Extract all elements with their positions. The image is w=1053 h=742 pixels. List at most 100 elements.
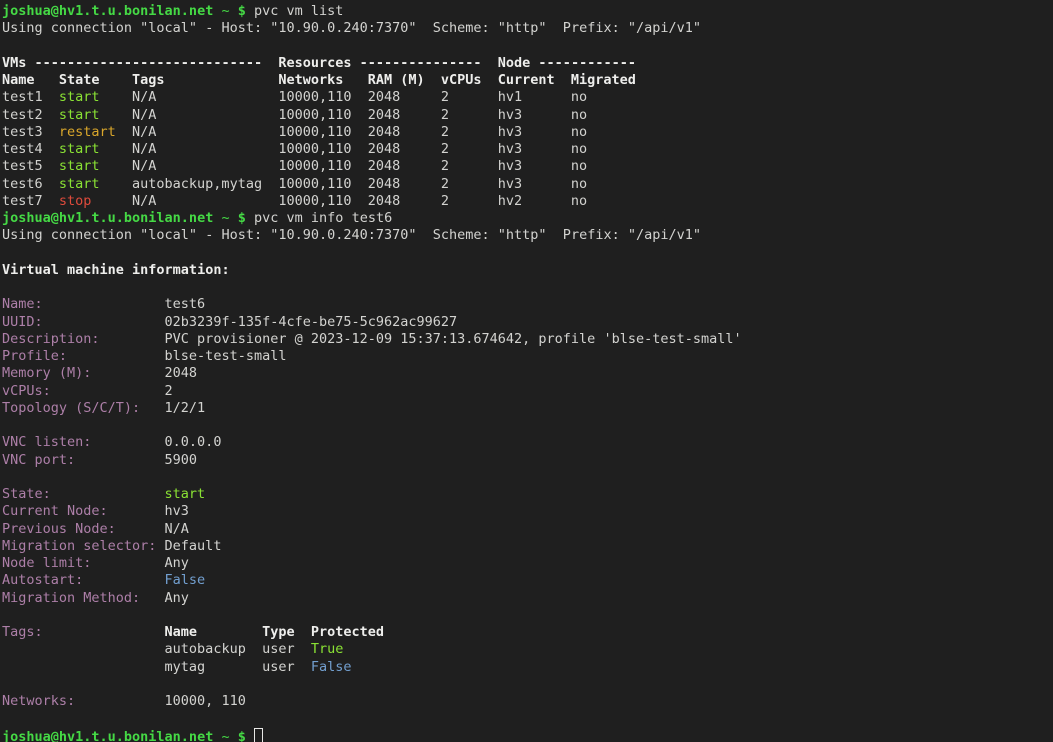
info-row-current-node: Current Node:hv3 [2, 503, 1053, 520]
col-header-networks: Networks [278, 72, 367, 89]
vm-name: test5 [2, 158, 59, 175]
info-value: N/A [165, 521, 189, 537]
prompt-cwd: ~ [221, 3, 229, 19]
prompt-line-info: joshua@hv1.t.u.bonilan.net ~ $ pvc vm in… [2, 210, 1053, 227]
vm-state: start [59, 107, 132, 124]
prompt-user-host: joshua@hv1.t.u.bonilan.net [2, 210, 213, 226]
connection-info-line: Using connection "local" - Host: "10.90.… [2, 227, 1053, 244]
vm-tags: N/A [132, 141, 278, 158]
vm-migrated: no [571, 193, 636, 210]
info-value-autostart: False [165, 572, 206, 588]
tags-row: autobackupuserTrue [2, 641, 1053, 658]
vm-table-group-header-text: VMs ---------------------------- Resourc… [2, 55, 636, 71]
command-vm-info: pvc vm info test6 [254, 210, 392, 226]
vm-vcpus: 2 [441, 158, 498, 175]
vm-table-row: test6startautobackup,mytag10000,11020482… [2, 176, 1053, 193]
col-header-current: Current [498, 72, 571, 89]
info-value: 5900 [165, 452, 198, 468]
vm-state: start [59, 89, 132, 106]
vm-current-node: hv3 [498, 141, 571, 158]
vm-migrated: no [571, 158, 636, 175]
blank-line [2, 469, 1053, 486]
info-row-name: Name:test6 [2, 296, 1053, 313]
vm-table-row: test5startN/A10000,11020482hv3no [2, 158, 1053, 175]
info-row-topology: Topology (S/C/T):1/2/1 [2, 400, 1053, 417]
info-label: Topology (S/C/T): [2, 400, 165, 417]
tags-col-protected: Protected [311, 624, 384, 640]
blank-line [2, 38, 1053, 55]
col-header-migrated: Migrated [571, 72, 636, 89]
info-value: hv3 [165, 503, 189, 519]
vm-vcpus: 2 [441, 193, 498, 210]
info-label: Tags: [2, 624, 165, 641]
info-row-profile: Profile:blse-test-small [2, 348, 1053, 365]
info-row-uuid: UUID:02b3239f-135f-4cfe-be75-5c962ac9962… [2, 314, 1053, 331]
prompt-user-host: joshua@hv1.t.u.bonilan.net [2, 729, 213, 742]
vm-vcpus: 2 [441, 176, 498, 193]
terminal-window[interactable]: joshua@hv1.t.u.bonilan.net ~ $ pvc vm li… [0, 0, 1053, 742]
vm-name: test3 [2, 124, 59, 141]
blank-line [2, 710, 1053, 727]
info-label: Memory (M): [2, 365, 165, 382]
info-value: 02b3239f-135f-4cfe-be75-5c962ac99627 [165, 314, 458, 330]
vm-ram: 2048 [368, 124, 441, 141]
vm-current-node: hv3 [498, 158, 571, 175]
blank-line [2, 279, 1053, 296]
info-label: Previous Node: [2, 521, 165, 538]
vm-ram: 2048 [368, 193, 441, 210]
info-label: State: [2, 486, 165, 503]
info-value-state: start [165, 486, 206, 502]
connection-info-line: Using connection "local" - Host: "10.90.… [2, 20, 1053, 37]
info-value: 1/2/1 [165, 400, 206, 416]
tag-name: mytag [165, 659, 263, 676]
col-header-tags: Tags [132, 72, 278, 89]
prompt-cwd: ~ [221, 210, 229, 226]
info-label: Migration selector: [2, 538, 165, 555]
vm-ram: 2048 [368, 141, 441, 158]
vm-name: test6 [2, 176, 59, 193]
col-header-name: Name [2, 72, 59, 89]
info-value: 2048 [165, 365, 198, 381]
tags-header-row: Tags:NameTypeProtected [2, 624, 1053, 641]
vm-state: start [59, 141, 132, 158]
prompt-symbol: $ [238, 729, 246, 742]
info-row-description: Description:PVC provisioner @ 2023-12-09… [2, 331, 1053, 348]
info-row-previous-node: Previous Node:N/A [2, 521, 1053, 538]
vm-vcpus: 2 [441, 124, 498, 141]
prompt-cwd: ~ [221, 729, 229, 742]
vm-tags: N/A [132, 124, 278, 141]
blank-line [2, 245, 1053, 262]
vm-migrated: no [571, 89, 636, 106]
vm-state: start [59, 176, 132, 193]
info-value: Default [165, 538, 222, 554]
vm-tags: N/A [132, 193, 278, 210]
info-label: UUID: [2, 314, 165, 331]
vm-name: test2 [2, 107, 59, 124]
connection-info-text: Using connection "local" - Host: "10.90.… [2, 20, 701, 36]
vm-ram: 2048 [368, 89, 441, 106]
info-label: Name: [2, 296, 165, 313]
vm-table-group-header: VMs ---------------------------- Resourc… [2, 55, 1053, 72]
vm-current-node: hv3 [498, 176, 571, 193]
vm-ram: 2048 [368, 107, 441, 124]
info-row-memory: Memory (M):2048 [2, 365, 1053, 382]
vm-current-node: hv1 [498, 89, 571, 106]
info-value: Any [165, 555, 189, 571]
terminal-cursor[interactable] [254, 728, 263, 742]
vm-info-title: Virtual machine information: [2, 262, 1053, 279]
vm-vcpus: 2 [441, 89, 498, 106]
info-label: VNC port: [2, 452, 165, 469]
vm-table-row: test3restartN/A10000,11020482hv3no [2, 124, 1053, 141]
vm-table-row: test4startN/A10000,11020482hv3no [2, 141, 1053, 158]
vm-networks: 10000,110 [278, 89, 367, 106]
vm-networks: 10000,110 [278, 141, 367, 158]
vm-name: test1 [2, 89, 59, 106]
vm-info-title-text: Virtual machine information: [2, 262, 230, 278]
info-row-networks: Networks:10000, 110 [2, 693, 1053, 710]
vm-migrated: no [571, 141, 636, 158]
vm-table-row: test2startN/A10000,11020482hv3no [2, 107, 1053, 124]
info-label: Current Node: [2, 503, 165, 520]
vm-state: stop [59, 193, 132, 210]
vm-ram: 2048 [368, 158, 441, 175]
info-value: PVC provisioner @ 2023-12-09 15:37:13.67… [165, 331, 742, 347]
